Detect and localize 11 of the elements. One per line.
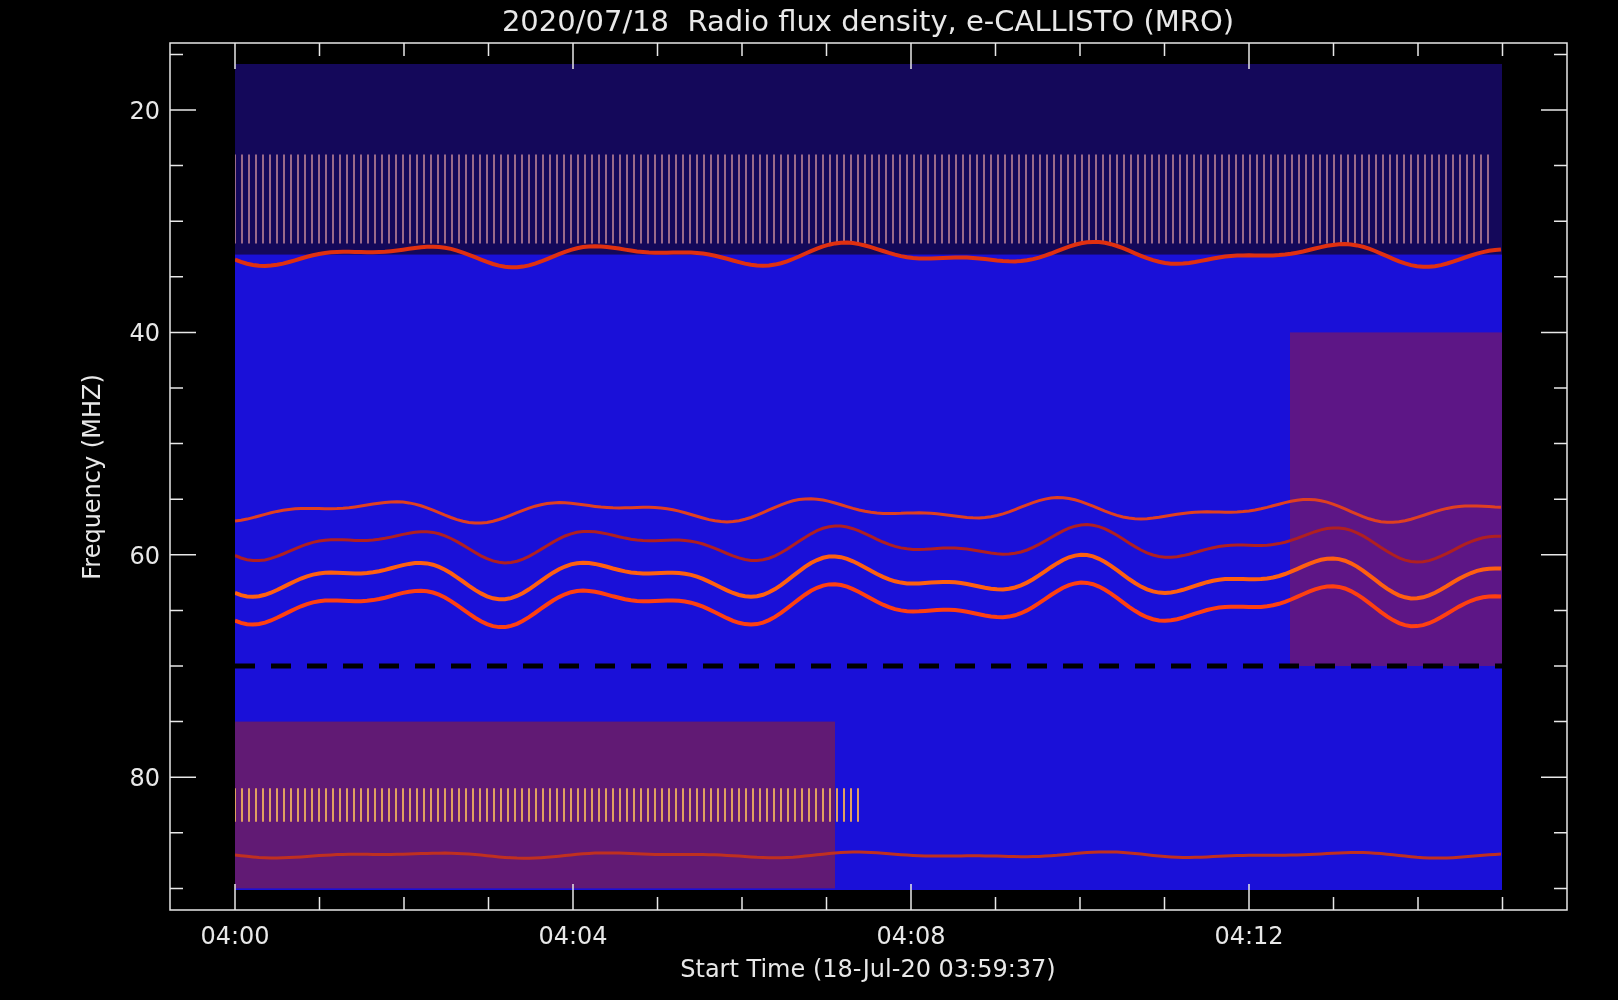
y-tick-label: 40 — [129, 319, 160, 348]
x-axis-label: Start Time (18-Jul-20 03:59:37) — [680, 955, 1056, 983]
x-tick-label: 04:08 — [876, 922, 946, 950]
x-tick-label: 04:00 — [200, 922, 270, 950]
y-axis-label: Frequency (MHZ) — [78, 374, 106, 580]
x-tick-label: 04:04 — [538, 922, 608, 950]
y-tick-label: 60 — [129, 541, 160, 570]
plot-title: 2020/07/18 Radio flux density, e-CALLISTO (MRO) — [501, 4, 1235, 38]
x-tick-label: 04:12 — [1214, 922, 1284, 950]
y-tick-label: 20 — [129, 97, 160, 125]
y-tick-label: 80 — [129, 764, 160, 793]
